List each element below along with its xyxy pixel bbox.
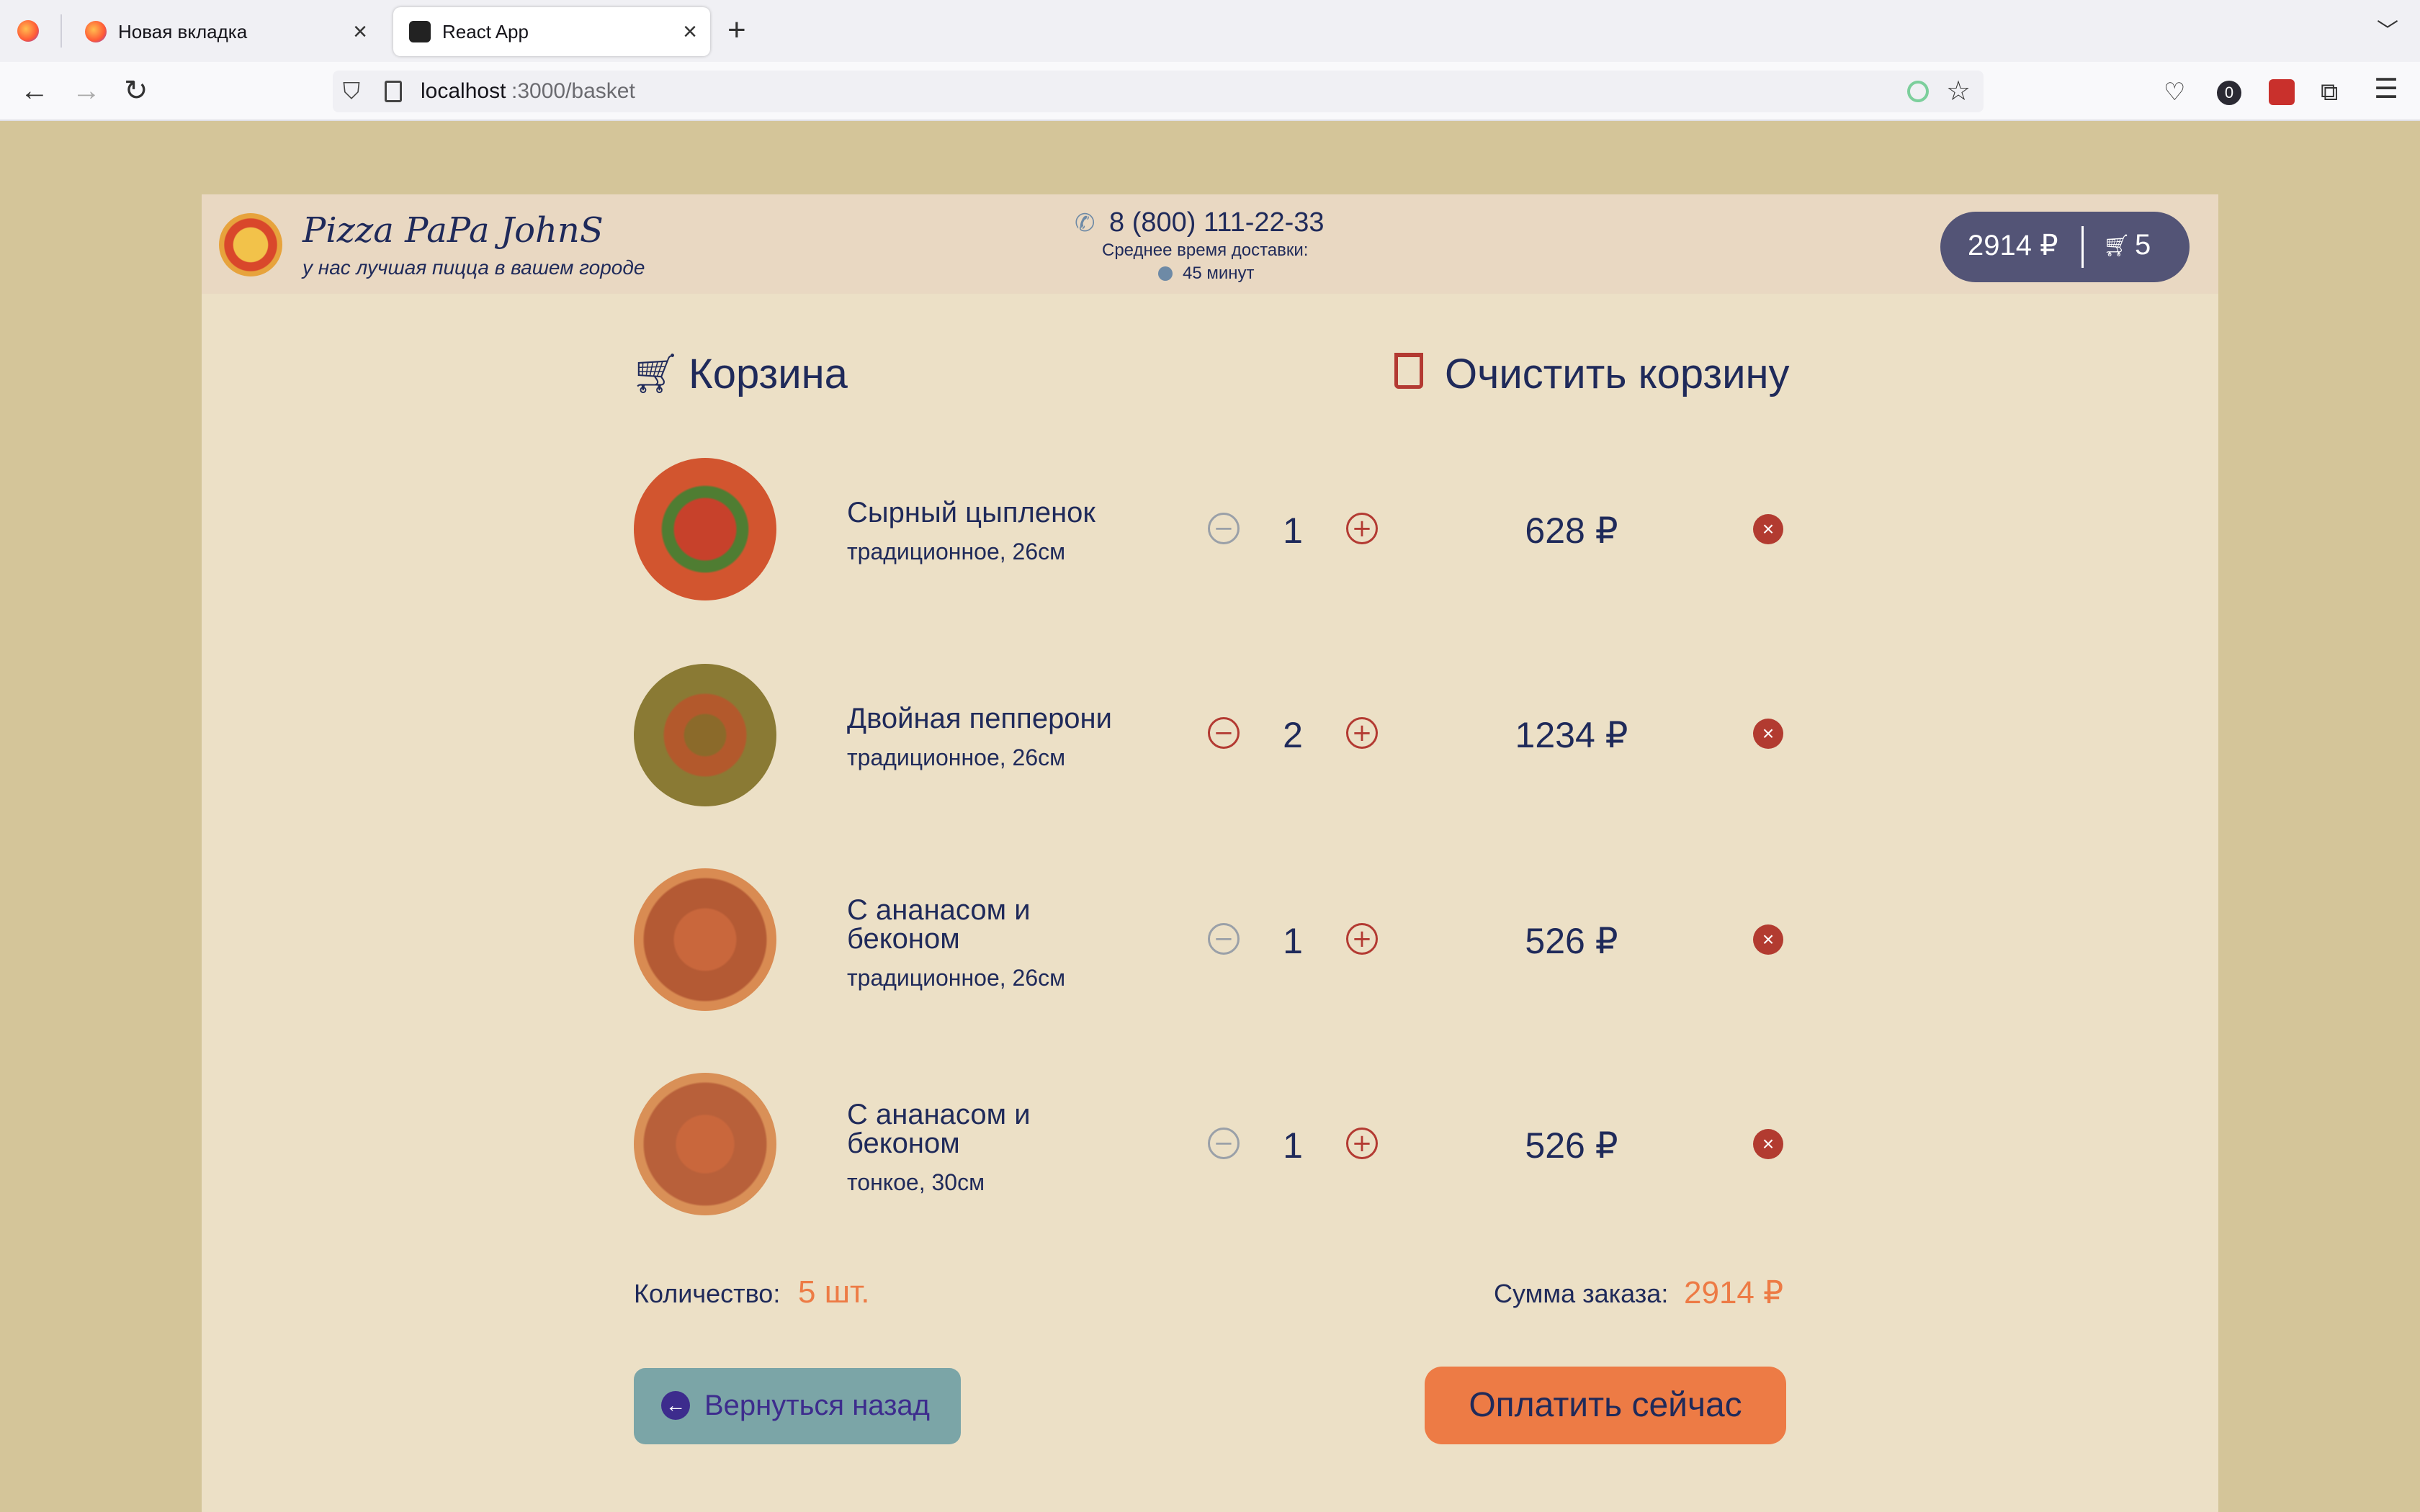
- brand-name[interactable]: Pizza PaPa JohnS: [302, 210, 604, 251]
- cart-count: 5: [2135, 229, 2151, 261]
- pizza-image: [634, 458, 776, 600]
- increase-button[interactable]: +: [1346, 513, 1378, 544]
- page-icon[interactable]: [385, 81, 402, 102]
- item-details: традиционное, 26см: [847, 744, 1066, 770]
- trash-icon: [1394, 353, 1423, 389]
- item-quantity: 2: [1283, 715, 1303, 755]
- shield-icon[interactable]: ⛉: [343, 78, 360, 105]
- url-bar[interactable]: ⛉ localhost :3000/basket ☆: [333, 71, 1984, 112]
- brand-tagline: у нас лучшая пицца в вашем городе: [302, 256, 645, 279]
- back-arrow-icon: ←: [661, 1391, 690, 1420]
- browser-tab-bar: Новая вкладка × React App × + ﹀: [0, 0, 2420, 62]
- basket-cart-icon: 🛒︎: [631, 352, 681, 395]
- item-name-line1: С ананасом и: [847, 894, 1031, 926]
- item-name: Двойная пепперони: [847, 703, 1112, 734]
- url-path: :3000/basket: [511, 79, 635, 103]
- quantity-label: Количество:: [634, 1279, 781, 1308]
- clock-icon: [1158, 266, 1173, 281]
- cart-button[interactable]: 2914 ₽ 🛒︎ 5: [1940, 212, 2190, 282]
- item-price: 526 ₽: [1525, 921, 1618, 961]
- increase-button[interactable]: +: [1346, 923, 1378, 955]
- increase-button[interactable]: +: [1346, 717, 1378, 749]
- cart-divider: [2081, 226, 2084, 268]
- phone-number[interactable]: 8 (800) 111-22-33: [1109, 207, 1325, 238]
- back-label: Вернуться назад: [704, 1390, 931, 1421]
- badge-counter[interactable]: 0: [2217, 81, 2241, 105]
- delivery-label: Среднее время доставки:: [1102, 240, 1309, 260]
- tab-react-app[interactable]: React App ×: [393, 7, 710, 56]
- sum-label: Сумма заказа:: [1494, 1279, 1669, 1308]
- pizza-image: [634, 664, 776, 806]
- back-button[interactable]: ← Вернуться назад: [634, 1368, 961, 1444]
- pocket-icon[interactable]: ♡: [2164, 78, 2185, 107]
- firefox-icon: [85, 21, 107, 42]
- phone-icon: ✆: [1075, 210, 1095, 237]
- back-arrow-icon[interactable]: ←: [20, 76, 49, 105]
- clear-basket-button[interactable]: Очистить корзину: [1390, 348, 1790, 403]
- page-container: [202, 194, 2218, 1512]
- tab-new[interactable]: Новая вкладка ×: [69, 7, 380, 56]
- item-price: 628 ₽: [1525, 510, 1618, 551]
- item-quantity: 1: [1283, 510, 1303, 551]
- extension-icon[interactable]: [1907, 81, 1929, 102]
- sum-value: 2914 ₽: [1684, 1275, 1784, 1310]
- star-icon[interactable]: ☆: [1946, 75, 1971, 107]
- item-details: традиционное, 26см: [847, 539, 1066, 564]
- delivery-time: 45 минут: [1183, 264, 1255, 283]
- menu-icon[interactable]: ☰: [2374, 75, 2398, 104]
- tab-title: Новая вкладка: [118, 20, 248, 42]
- item-name-line2: беконом: [847, 1128, 960, 1159]
- close-icon[interactable]: ×: [353, 17, 367, 46]
- quantity-value: 5 шт.: [798, 1274, 870, 1310]
- pay-now-button[interactable]: Оплатить сейчас: [1425, 1367, 1786, 1444]
- decrease-button[interactable]: −: [1208, 1128, 1240, 1159]
- item-details: тонкое, 30см: [847, 1169, 985, 1195]
- cart-total: 2914 ₽: [1968, 230, 2058, 261]
- remove-item-button[interactable]: ×: [1753, 1129, 1783, 1159]
- tab-divider: [60, 14, 62, 48]
- forward-arrow-icon[interactable]: →: [72, 76, 101, 105]
- item-name-line1: С ананасом и: [847, 1099, 1031, 1130]
- remove-item-button[interactable]: ×: [1753, 924, 1783, 955]
- pizza-logo[interactable]: [219, 213, 282, 276]
- item-quantity: 1: [1283, 1125, 1303, 1166]
- pay-label: Оплатить сейчас: [1469, 1386, 1742, 1424]
- remove-item-button[interactable]: ×: [1753, 719, 1783, 749]
- item-details: традиционное, 26см: [847, 965, 1066, 991]
- item-price: 1234 ₽: [1515, 715, 1628, 755]
- pizza-image: [634, 1073, 776, 1215]
- remove-item-button[interactable]: ×: [1753, 514, 1783, 544]
- item-quantity: 1: [1283, 921, 1303, 961]
- url-host: localhost: [421, 79, 506, 103]
- close-icon[interactable]: ×: [683, 17, 697, 46]
- react-app-favicon: [409, 21, 431, 42]
- chevron-down-icon[interactable]: ﹀: [2377, 17, 2398, 46]
- increase-button[interactable]: +: [1346, 1128, 1378, 1159]
- firefox-icon[interactable]: [17, 20, 39, 42]
- decrease-button[interactable]: −: [1208, 717, 1240, 749]
- reload-icon[interactable]: ↻: [124, 76, 148, 105]
- extension-icon[interactable]: [2269, 79, 2295, 105]
- cart-icon: 🛒︎: [2103, 234, 2131, 258]
- tab-title: React App: [442, 20, 529, 42]
- decrease-button[interactable]: −: [1208, 513, 1240, 544]
- new-tab-icon[interactable]: +: [727, 14, 746, 46]
- extensions-icon[interactable]: ⧉: [2321, 78, 2338, 107]
- pizza-image: [634, 868, 776, 1011]
- item-name-line2: беконом: [847, 923, 960, 955]
- item-name: Сырный цыпленок: [847, 497, 1095, 528]
- decrease-button[interactable]: −: [1208, 923, 1240, 955]
- item-price: 526 ₽: [1525, 1125, 1618, 1166]
- clear-basket-label: Очистить корзину: [1445, 351, 1790, 397]
- basket-title: Корзина: [689, 351, 848, 397]
